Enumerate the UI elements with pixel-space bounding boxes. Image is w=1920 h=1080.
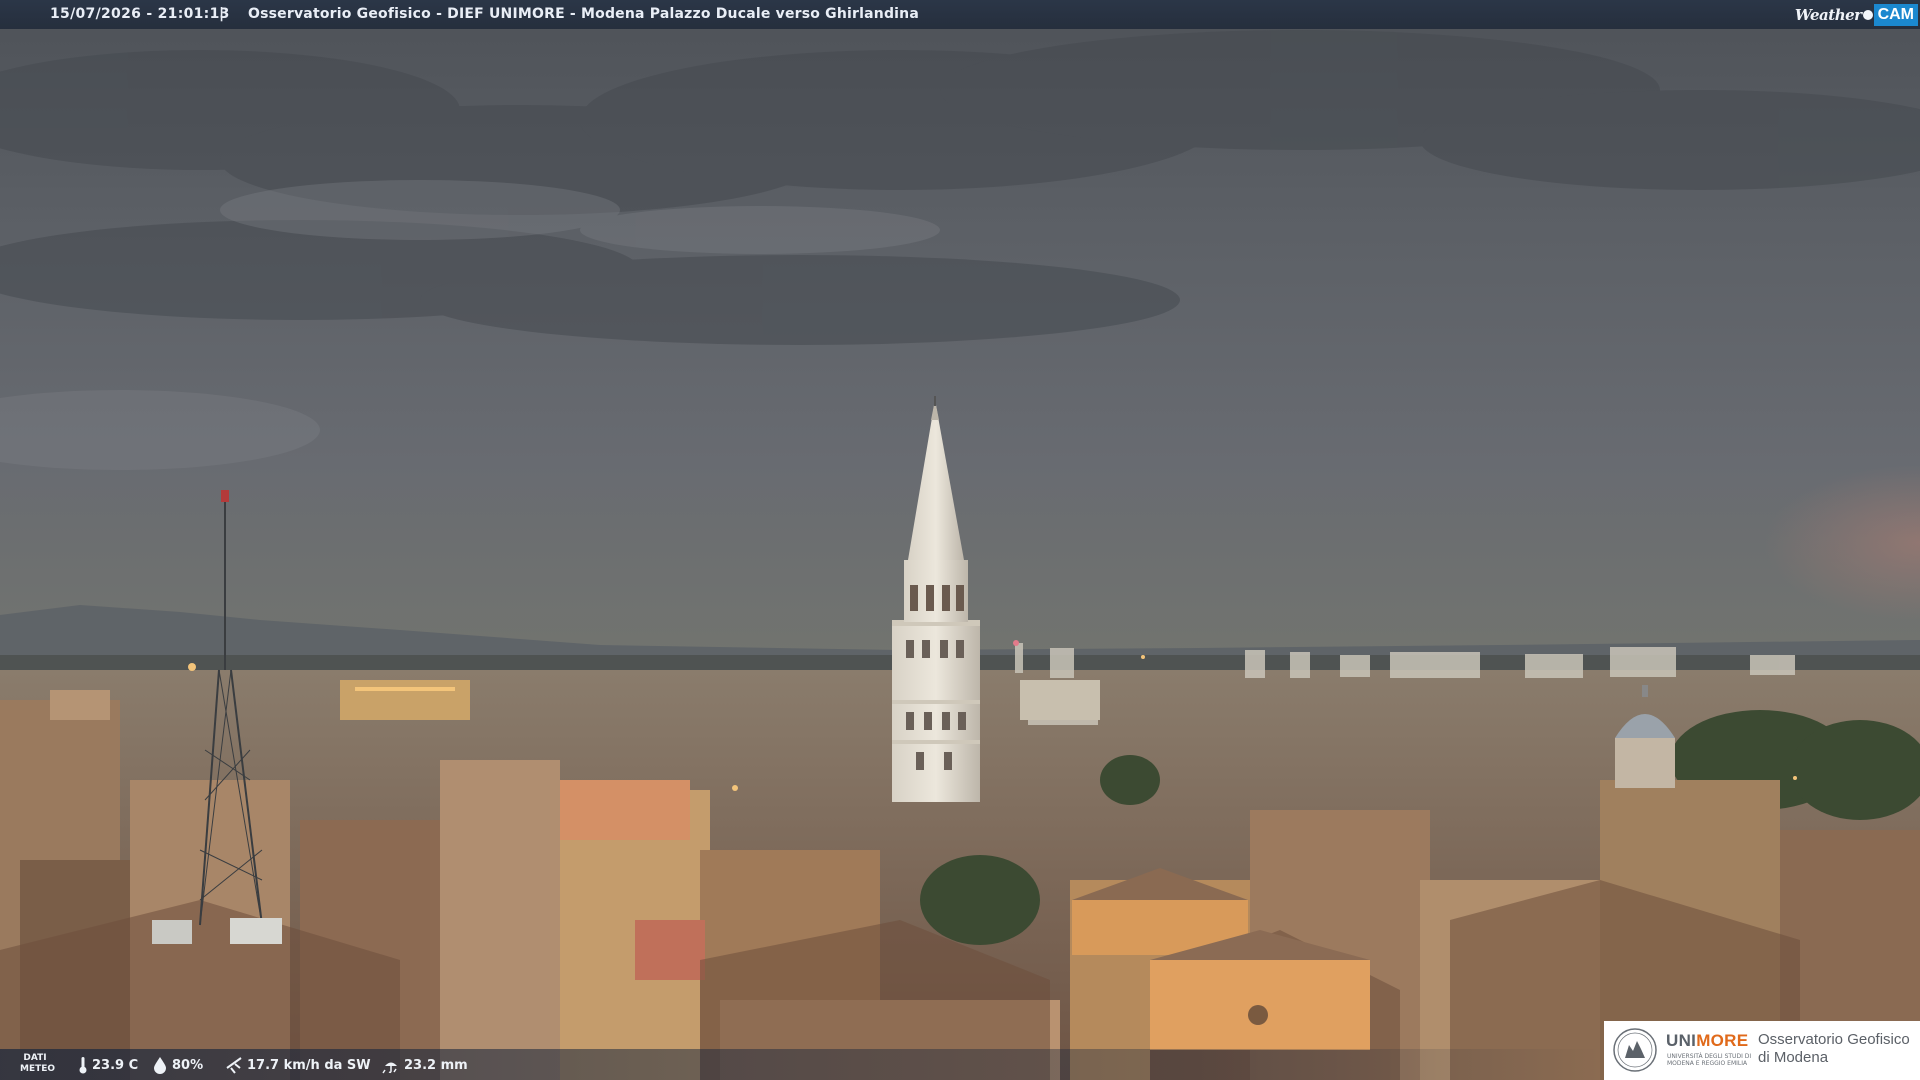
rain-value: 23.2 mm [404,1057,468,1073]
sunset-glow [1400,400,1920,660]
weather-data-bar: DATI METEO 23.9 C 80% 17.7 km/h da SW 23… [0,1049,1600,1080]
university-name: UNIVERSITÀ DEGLI STUDI DI MODENA E REGGI… [1667,1053,1757,1067]
uni-text: UNI [1666,1031,1697,1050]
webcam-scene [0,0,1920,1080]
cam-text: CAM [1873,3,1918,26]
camera-title: Osservatorio Geofisico - DIEF UNIMORE - … [248,6,919,22]
wind-icon [226,1057,242,1074]
weather-data-label: DATI METEO [20,1053,56,1074]
humidity-drop-icon [154,1057,166,1074]
wind-value: 17.7 km/h da SW [247,1057,371,1073]
separator: | [219,6,225,22]
top-info-bar: 15/07/2026 - 21:01:13 | Osservatorio Geo… [0,0,1920,29]
temperature-reading: 23.9 C [78,1056,138,1074]
wind-reading: 17.7 km/h da SW [225,1056,371,1074]
weathercam-logo: Weather CAM [1795,1,1918,28]
observatory-name: Osservatorio Geofisico di Modena [1758,1031,1910,1067]
observatory-line-1: Osservatorio Geofisico [1758,1031,1910,1048]
weather-text: Weather [1794,5,1862,24]
unimore-observatory-logo: UNIMORE UNIVERSITÀ DEGLI STUDI DI MODENA… [1604,1021,1920,1080]
unimore-wordmark: UNIMORE [1666,1031,1748,1051]
humidity-reading: 80% [152,1056,203,1074]
observatory-line-2: di Modena [1758,1049,1829,1066]
temperature-value: 23.9 C [92,1057,139,1073]
humidity-value: 80% [172,1057,204,1073]
thermometer-icon [79,1057,87,1074]
more-text: MORE [1696,1031,1749,1050]
logo-dot-icon [1862,9,1873,20]
timestamp: 15/07/2026 - 21:01:13 [50,6,230,22]
university-seal-icon [1613,1028,1657,1072]
university-line-1: UNIVERSITÀ DEGLI STUDI DI [1667,1053,1752,1060]
rain-icon [382,1062,397,1074]
rain-reading: 23.2 mm [382,1056,468,1074]
university-line-2: MODENA E REGGIO EMILIA [1667,1060,1748,1067]
